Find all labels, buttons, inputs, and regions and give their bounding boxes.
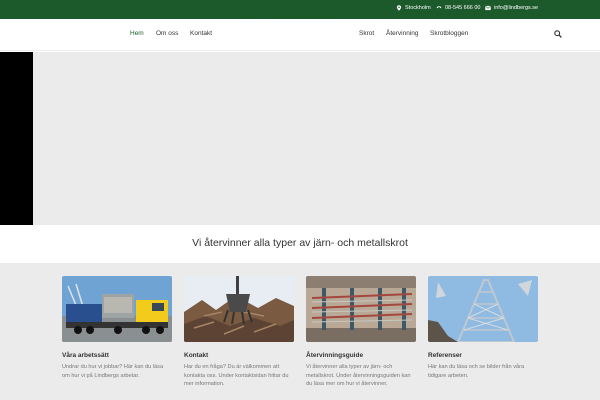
- nav-item-kontakt[interactable]: Kontakt: [190, 30, 212, 37]
- nav-item-om-oss[interactable]: Om oss: [156, 30, 178, 37]
- card-arbetssatt: Våra arbetssätt Undrar du hur vi jobbar?…: [62, 276, 172, 380]
- tagline-heading: Vi återvinner alla typer av järn- och me…: [192, 237, 408, 249]
- logo[interactable]: LINDBERGS: [236, 9, 328, 23]
- cards-section: Våra arbetssätt Undrar du hur vi jobbar?…: [0, 263, 600, 400]
- logo-text: LINDBERGS: [236, 9, 328, 22]
- card-image-metal-racks[interactable]: [306, 276, 416, 342]
- location-info: Stockholm: [396, 5, 431, 11]
- nav-item-skrotbloggen[interactable]: Skrotbloggen: [430, 30, 468, 37]
- card-text: Undrar du hur vi jobbar? Här kan du läsa…: [62, 364, 164, 379]
- card-image-tower[interactable]: [428, 276, 538, 342]
- hero-slider: [0, 52, 600, 225]
- card-text: Här kan du läsa och se bilder från våra …: [428, 364, 525, 379]
- card-image-scrap-grapple[interactable]: [184, 276, 294, 342]
- main-nav: Hem Om oss Kontakt Skrot Återvinning Skr…: [0, 19, 600, 51]
- hero-image-edge: [0, 52, 33, 225]
- card-title[interactable]: Referenser: [428, 352, 538, 359]
- search-icon[interactable]: [554, 30, 562, 38]
- email-text[interactable]: info@lindbergs.se: [494, 5, 538, 11]
- card-title[interactable]: Återvinningsguide: [306, 352, 416, 359]
- tagline-section: Vi återvinner alla typer av järn- och me…: [0, 225, 600, 263]
- nav-item-skrot[interactable]: Skrot: [359, 30, 374, 37]
- card-referenser: Referenser Här kan du läsa och se bilder…: [428, 276, 538, 380]
- card-text: Vi återvinner alla typer av järn- och me…: [306, 364, 411, 387]
- card-atervinningsguide: Återvinningsguide Vi återvinner alla typ…: [306, 276, 416, 389]
- nav-item-hem[interactable]: Hem: [130, 30, 144, 37]
- card-image-truck[interactable]: [62, 276, 172, 342]
- email-info[interactable]: info@lindbergs.se: [485, 5, 538, 11]
- phone-text[interactable]: 08-545 666 00: [445, 5, 480, 11]
- phone-icon: [436, 6, 442, 9]
- card-text: Har du en fråga? Du är välkommen att kon…: [184, 364, 289, 387]
- card-title[interactable]: Våra arbetssätt: [62, 352, 172, 359]
- location-text: Stockholm: [405, 5, 431, 11]
- card-title[interactable]: Kontakt: [184, 352, 294, 359]
- nav-item-atervinning[interactable]: Återvinning: [386, 30, 419, 37]
- phone-info[interactable]: 08-545 666 00: [436, 5, 480, 11]
- envelope-icon: [485, 5, 491, 11]
- card-kontakt: Kontakt Har du en fråga? Du är välkommen…: [184, 276, 294, 389]
- map-pin-icon: [396, 5, 402, 11]
